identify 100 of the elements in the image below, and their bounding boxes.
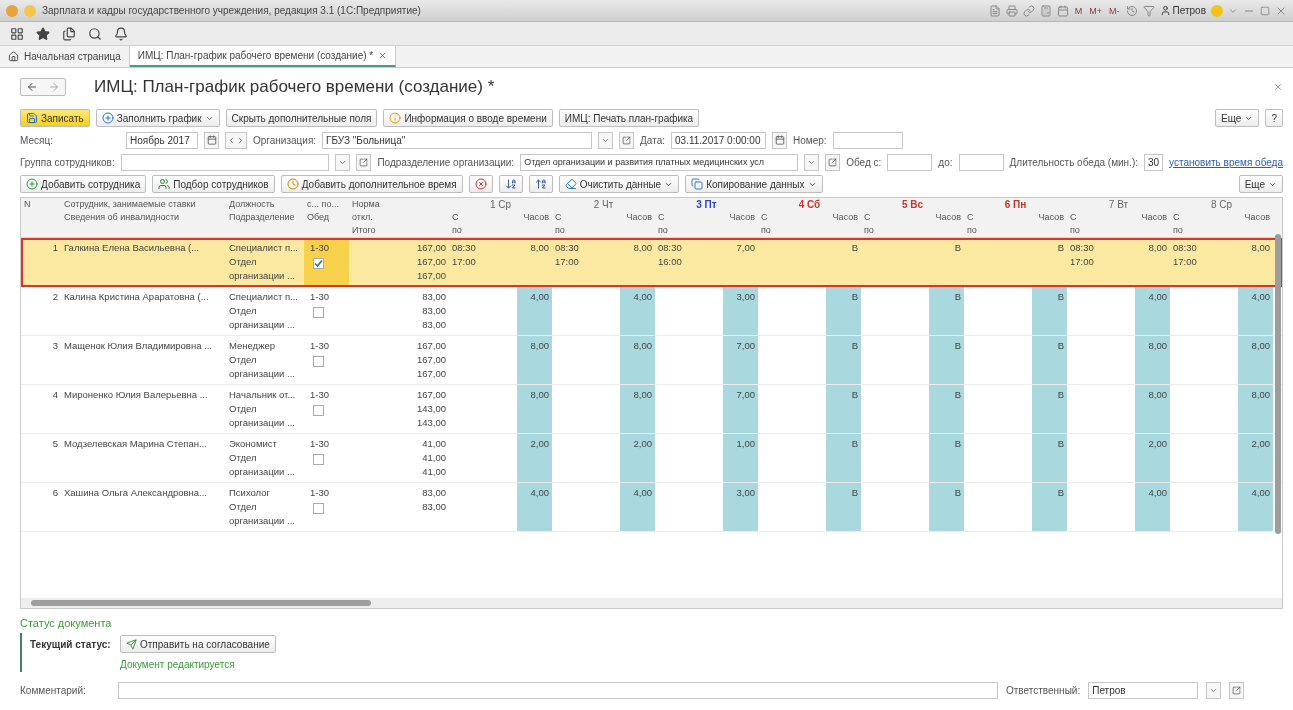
dropdown-button[interactable] [1206,682,1222,699]
lunch-from-field[interactable] [887,153,933,171]
toolbar-button[interactable]: ИМЦ: Печать план-графика [558,109,700,127]
toolbar-button[interactable]: Очистить данные [558,175,680,193]
organization-field[interactable]: ГБУЗ "Больница" [322,131,593,149]
app-icon [6,4,18,17]
column-header: Часов [625,211,653,224]
calendar-button[interactable] [772,131,787,149]
hours-cell: 2,00 [1238,434,1273,482]
checkbox[interactable] [313,503,324,514]
memory-button[interactable]: M+ [1088,5,1104,16]
field-label: Длительность обеда (мин.): [1009,156,1138,168]
table-cell-text: 1-30 [309,437,330,451]
document-icon[interactable] [988,4,1001,17]
horizontal-scrollbar[interactable] [21,598,1282,608]
toolbar-button[interactable]: Добавить сотрудника [20,175,147,193]
group-field[interactable] [120,153,330,171]
responsible-field[interactable]: Петров [1088,682,1199,699]
delete-icon [474,178,487,190]
day-header: 1 Ср [488,198,513,211]
table-cell-text: Отдел организации ... [228,500,296,528]
delete-button[interactable] [468,175,493,193]
department-field[interactable]: Отдел организации и развития платных медицинских усл [520,153,799,171]
table-row[interactable]: 5 Модзелевская Марина Степан... Экономист Отдел организации ... 1-30 41,00 41,00 41,00 2,00 2,00 1,00 В В В 2,00 2,00 [21,434,1282,483]
lunch-to-field[interactable] [958,153,1004,171]
table-row[interactable]: 1 Галкина Елена Васильевна (... Специалист п... Отдел организации ... 1-30 167,00 167,00 167,00 08:30 17:00 8,00 08:30 17:00 8,00 08:30 16:00 7,00 В В В 08:30 17:00 8,00 08:30 17:00 8,00 [21,238,1282,287]
bell-icon[interactable] [114,26,128,41]
more-button[interactable]: Еще [1238,175,1283,193]
lunch-duration-field[interactable]: 30 [1144,153,1164,171]
more-button[interactable]: Еще [1215,109,1260,127]
column-header: Часов [1037,211,1065,224]
calendar-icon [206,135,217,145]
toolbar-button[interactable]: Подбор сотрудников [152,175,275,193]
table-row[interactable]: 6 Хашина Ольга Александровна... Психолог Отдел организации ... 1-30 83,00 83,00 4,00 4,00 3,00 В В В 4,00 4,00 [21,483,1282,532]
sort-button[interactable] [498,175,523,193]
vertical-scrollbar[interactable] [1275,234,1281,534]
toolbar-button[interactable]: Скрыть дополнительные поля [225,109,378,127]
maximize-icon[interactable] [1260,5,1270,16]
date-field[interactable]: 03.11.2017 0:00:00 [671,131,766,149]
toolbar-button[interactable]: Заполнить график [95,109,220,127]
toolbar-button[interactable]: Добавить дополнительное время [280,175,463,193]
save-button[interactable]: Записать [20,109,90,127]
user-button[interactable]: Петров [1159,5,1206,16]
search-icon[interactable] [88,26,102,41]
hours-cell: В [1032,287,1067,335]
day-header: 4 Сб [797,198,822,211]
table-cell-text: 17:00 [1069,255,1095,269]
hours-cell: 4,00 [1135,483,1170,531]
spin-button[interactable] [225,131,247,149]
column-header: по [760,224,772,237]
column-header: по [657,224,669,237]
number-field[interactable] [832,131,903,149]
navigation-buttons[interactable] [20,78,66,96]
sort-icon [534,178,547,190]
table-row[interactable]: 2 Калина Кристина Араратовна (... Специалист п... Отдел организации ... 1-30 83,00 83,00 83,00 4,00 4,00 3,00 В В В 4,00 4,00 [21,287,1282,336]
memory-button[interactable]: M- [1108,5,1121,16]
close-icon[interactable] [378,51,388,60]
hours-cell: В [1032,336,1067,384]
calendar-button[interactable] [204,131,219,149]
dropdown-button[interactable] [598,131,614,149]
sort-button[interactable] [528,175,553,193]
star-icon[interactable] [36,26,50,41]
table-cell-text: 41,00 [421,451,447,465]
table-row[interactable]: 3 Мащенок Юлия Владимировна ... Менеджер Отдел организации ... 1-30 167,00 167,00 167,00 8,00 8,00 7,00 В В В 8,00 8,00 [21,336,1282,385]
table-row[interactable]: 4 Мироненко Юлия Валерьевна ... Начальник от... Отдел организации ... 1-30 167,00 143,00 143,00 8,00 8,00 7,00 В В В 8,00 8,00 [21,385,1282,434]
hours-cell: В [1032,483,1067,531]
comment-field[interactable] [118,682,998,699]
checkbox[interactable] [313,454,324,465]
checkbox[interactable] [313,356,324,367]
dropdown-button[interactable] [335,153,351,171]
memory-button[interactable]: M [1073,5,1084,16]
dropdown-button[interactable] [804,153,820,171]
send-button[interactable]: Отправить на согласование [120,635,276,653]
month-field[interactable]: Ноябрь 2017 [126,131,198,149]
close-icon[interactable] [1273,82,1283,92]
home-icon [8,51,19,62]
table-cell-text: 1-30 [309,290,330,304]
link-icon[interactable] [1022,4,1035,17]
filter-icon[interactable] [1142,4,1155,17]
open-button[interactable] [619,131,635,149]
calendar-icon[interactable] [1056,4,1069,17]
toolbar-button[interactable]: Копирование данных [685,175,823,193]
tab[interactable]: ИМЦ: План-график рабочего времени (создание) * [129,46,397,67]
help-button[interactable]: ? [1265,109,1283,127]
column-header: Сотрудник, занимаемые ставки [63,198,197,211]
checkbox[interactable] [313,405,324,416]
open-button[interactable] [825,153,841,171]
open-button[interactable] [356,153,372,171]
printer-icon[interactable] [1005,4,1018,17]
table-cell-text: 2 [51,290,59,304]
toolbar-button[interactable]: Информация о вводе времени [383,109,553,127]
column-header: Должность [228,198,276,211]
open-button[interactable] [1229,682,1245,699]
table-cell-text: 1 [51,241,59,255]
hours-cell: 8,00 [1135,385,1170,433]
set-lunch-link[interactable]: установить время обеда [1169,156,1283,168]
checkbox[interactable] [313,307,324,318]
tab[interactable]: Начальная страница [0,46,130,67]
hours-cell: В [826,483,861,531]
checkbox[interactable] [313,258,324,269]
